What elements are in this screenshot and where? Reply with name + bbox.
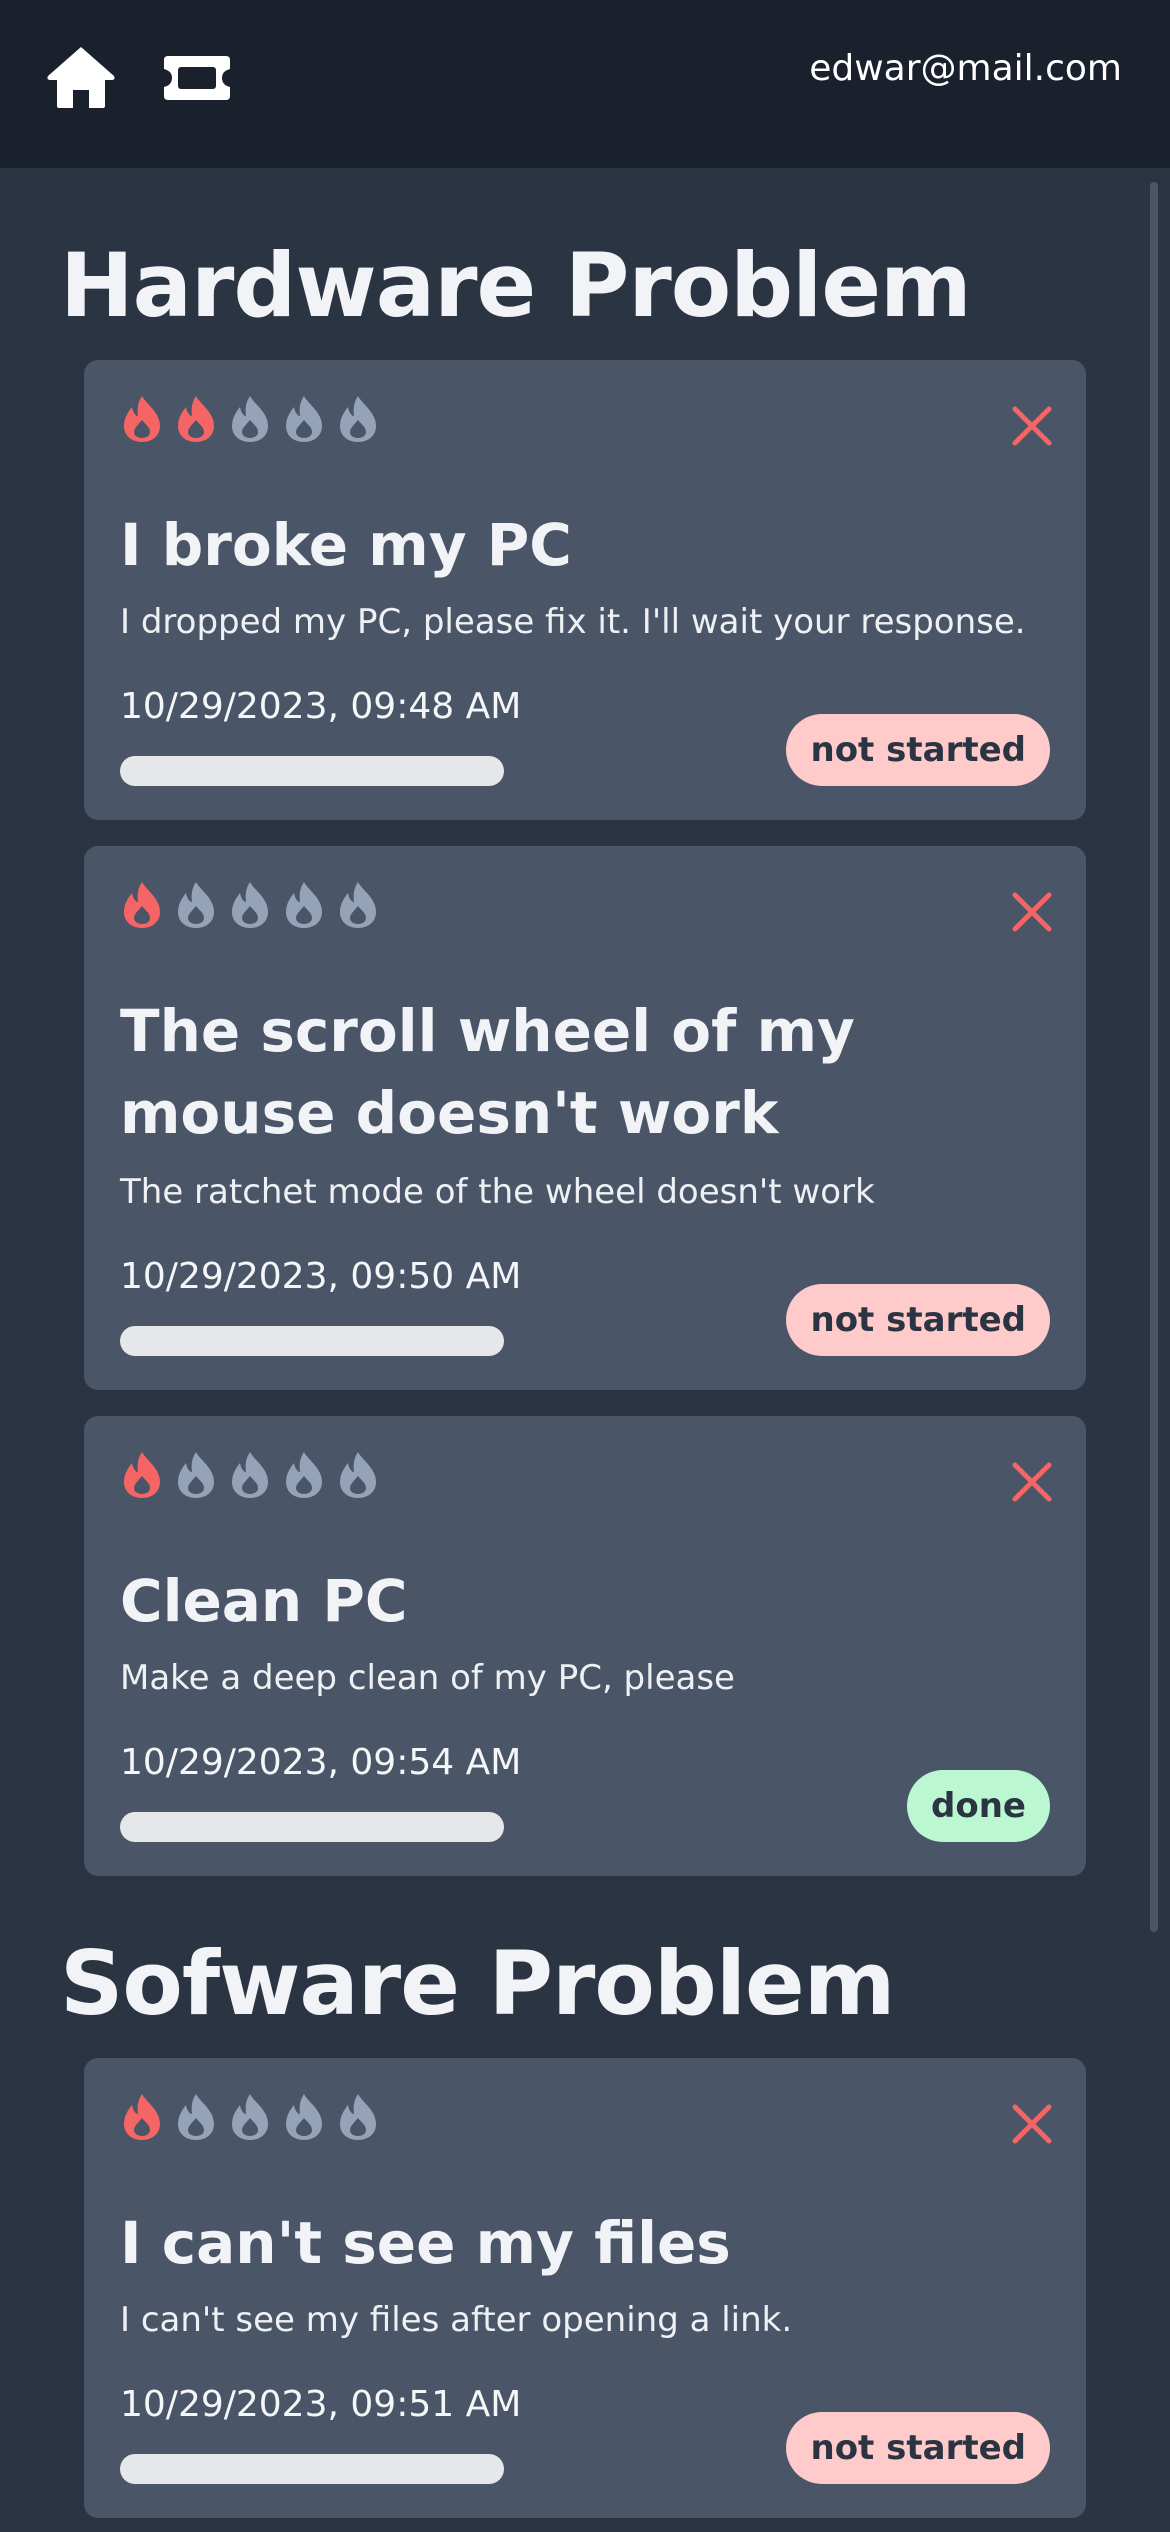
close-icon[interactable]	[1010, 1460, 1054, 1504]
status-badge: not started	[786, 2412, 1050, 2484]
ticket-description: The ratchet mode of the wheel doesn't wo…	[120, 1172, 875, 1212]
flame-icon	[340, 882, 376, 928]
status-badge: not started	[786, 1284, 1050, 1356]
priority-rating	[120, 394, 390, 444]
ticket-title: Clean PC	[120, 1567, 408, 1635]
flame-icon	[286, 882, 322, 928]
flame-icon	[232, 2094, 268, 2140]
ticket-date: 10/29/2023, 09:51 AM	[120, 2384, 522, 2425]
status-badge: not started	[786, 714, 1050, 786]
flame-icon	[232, 882, 268, 928]
ticket-icon[interactable]	[162, 54, 232, 102]
top-navbar: edwar@mail.com	[0, 0, 1170, 168]
flame-icon	[178, 1452, 214, 1498]
flame-icon	[178, 882, 214, 928]
flame-icon	[232, 1452, 268, 1498]
section-title-hardware: Hardware Problem	[60, 234, 972, 337]
close-icon[interactable]	[1010, 2102, 1054, 2146]
priority-rating	[120, 1450, 390, 1500]
ticket-title: I broke my PC	[120, 511, 572, 579]
scrollbar[interactable]	[1150, 182, 1158, 1932]
progress-bar	[120, 1326, 504, 1356]
home-icon[interactable]	[46, 44, 116, 110]
ticket-description: I can't see my files after opening a lin…	[120, 2300, 793, 2340]
flame-icon-active	[124, 1452, 160, 1498]
close-icon[interactable]	[1010, 404, 1054, 448]
flame-icon	[340, 396, 376, 442]
close-icon[interactable]	[1010, 890, 1054, 934]
ticket-description: Make a deep clean of my PC, please	[120, 1658, 735, 1698]
flame-icon-active	[124, 396, 160, 442]
priority-rating	[120, 880, 390, 930]
status-badge: done	[907, 1770, 1050, 1842]
section-title-software: Sofware Problem	[60, 1932, 895, 2035]
flame-icon	[286, 2094, 322, 2140]
flame-icon	[340, 1452, 376, 1498]
ticket-title: I can't see my files	[120, 2209, 731, 2277]
flame-icon-active	[178, 396, 214, 442]
ticket-date: 10/29/2023, 09:50 AM	[120, 1256, 522, 1297]
ticket-card[interactable]: I can't see my files I can't see my file…	[84, 2058, 1086, 2518]
ticket-card[interactable]: Clean PC Make a deep clean of my PC, ple…	[84, 1416, 1086, 1876]
progress-bar	[120, 1812, 504, 1842]
progress-bar	[120, 756, 504, 786]
flame-icon	[178, 2094, 214, 2140]
ticket-date: 10/29/2023, 09:54 AM	[120, 1742, 522, 1783]
flame-icon	[232, 396, 268, 442]
flame-icon-active	[124, 2094, 160, 2140]
user-email[interactable]: edwar@mail.com	[809, 48, 1122, 89]
priority-rating	[120, 2092, 390, 2142]
ticket-description: I dropped my PC, please fix it. I'll wai…	[120, 602, 1026, 642]
ticket-card[interactable]: I broke my PC I dropped my PC, please fi…	[84, 360, 1086, 820]
flame-icon-active	[124, 882, 160, 928]
ticket-title: The scroll wheel of my mouse doesn't wor…	[120, 997, 855, 1147]
progress-bar	[120, 2454, 504, 2484]
flame-icon	[340, 2094, 376, 2140]
ticket-date: 10/29/2023, 09:48 AM	[120, 686, 522, 727]
flame-icon	[286, 396, 322, 442]
flame-icon	[286, 1452, 322, 1498]
ticket-card[interactable]: The scroll wheel of my mouse doesn't wor…	[84, 846, 1086, 1390]
